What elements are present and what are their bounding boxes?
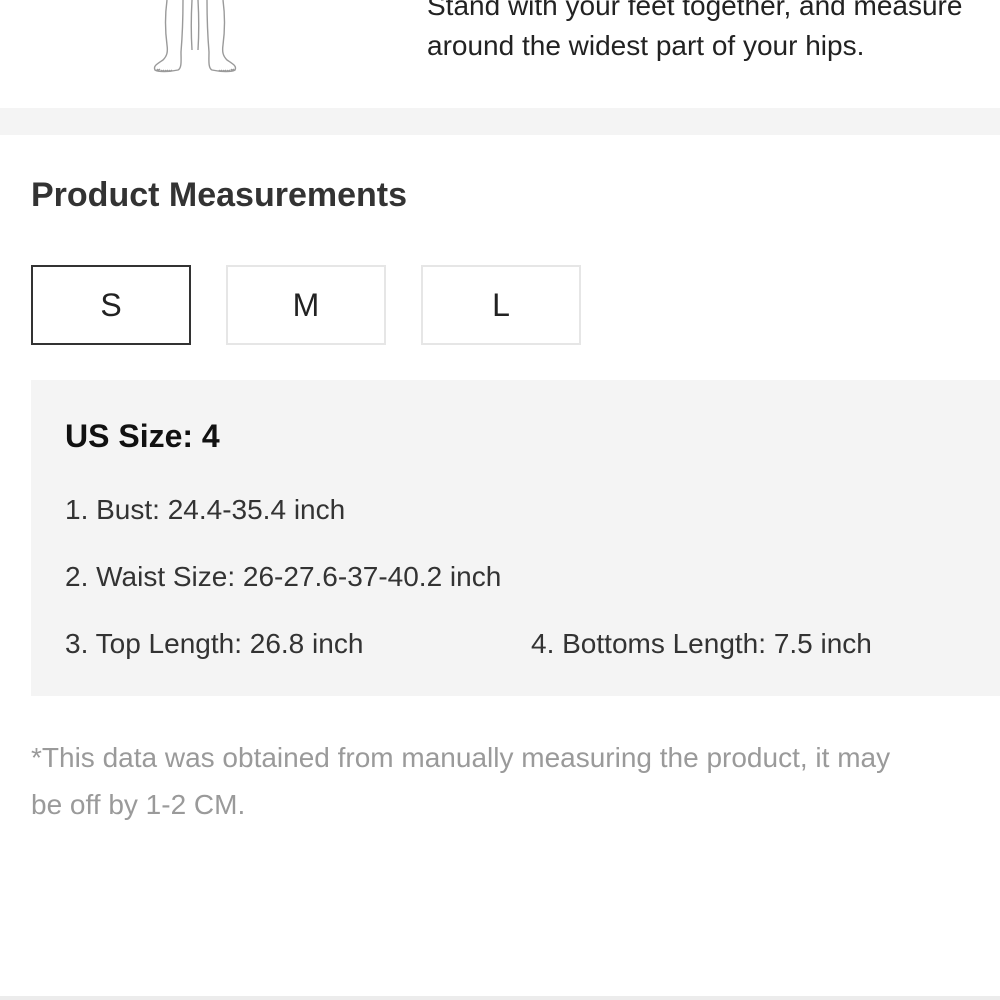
bottom-divider (0, 996, 1000, 1000)
size-tab-s[interactable]: S (31, 265, 191, 345)
size-tab-l[interactable]: L (421, 265, 581, 345)
top-length-measurement: 3. Top Length: 26.8 inch (65, 628, 364, 659)
disclaimer-line-2: be off by 1-2 CM. (31, 789, 246, 820)
measurement-disclaimer: *This data was obtained from manually me… (31, 734, 1000, 828)
hip-measure-section: Stand with your feet together, and measu… (0, 0, 1000, 108)
section-divider (0, 108, 1000, 135)
us-size-heading: US Size: 4 (65, 418, 220, 454)
waist-measurement: 2. Waist Size: 26-27.6-37-40.2 inch (65, 561, 502, 592)
size-guide-page: Stand with your feet together, and measu… (0, 0, 1000, 1000)
product-measurements-title: Product Measurements (31, 176, 407, 214)
size-tab-m[interactable]: M (226, 265, 386, 345)
feet-figure-illustration (153, 0, 237, 73)
bust-measurement: 1. Bust: 24.4-35.4 inch (65, 494, 346, 525)
disclaimer-line-1: *This data was obtained from manually me… (31, 742, 891, 773)
size-selector: S M L (31, 265, 581, 345)
hip-instruction-text: Stand with your feet together, and measu… (427, 0, 1000, 66)
hip-instruction-line-1: Stand with your feet together, and measu… (427, 0, 963, 21)
measurement-details-panel: US Size: 4 1. Bust: 24.4-35.4 inch 2. Wa… (31, 380, 1000, 696)
bottoms-length-measurement: 4. Bottoms Length: 7.5 inch (531, 628, 872, 659)
hip-instruction-line-2: around the widest part of your hips. (427, 30, 865, 61)
